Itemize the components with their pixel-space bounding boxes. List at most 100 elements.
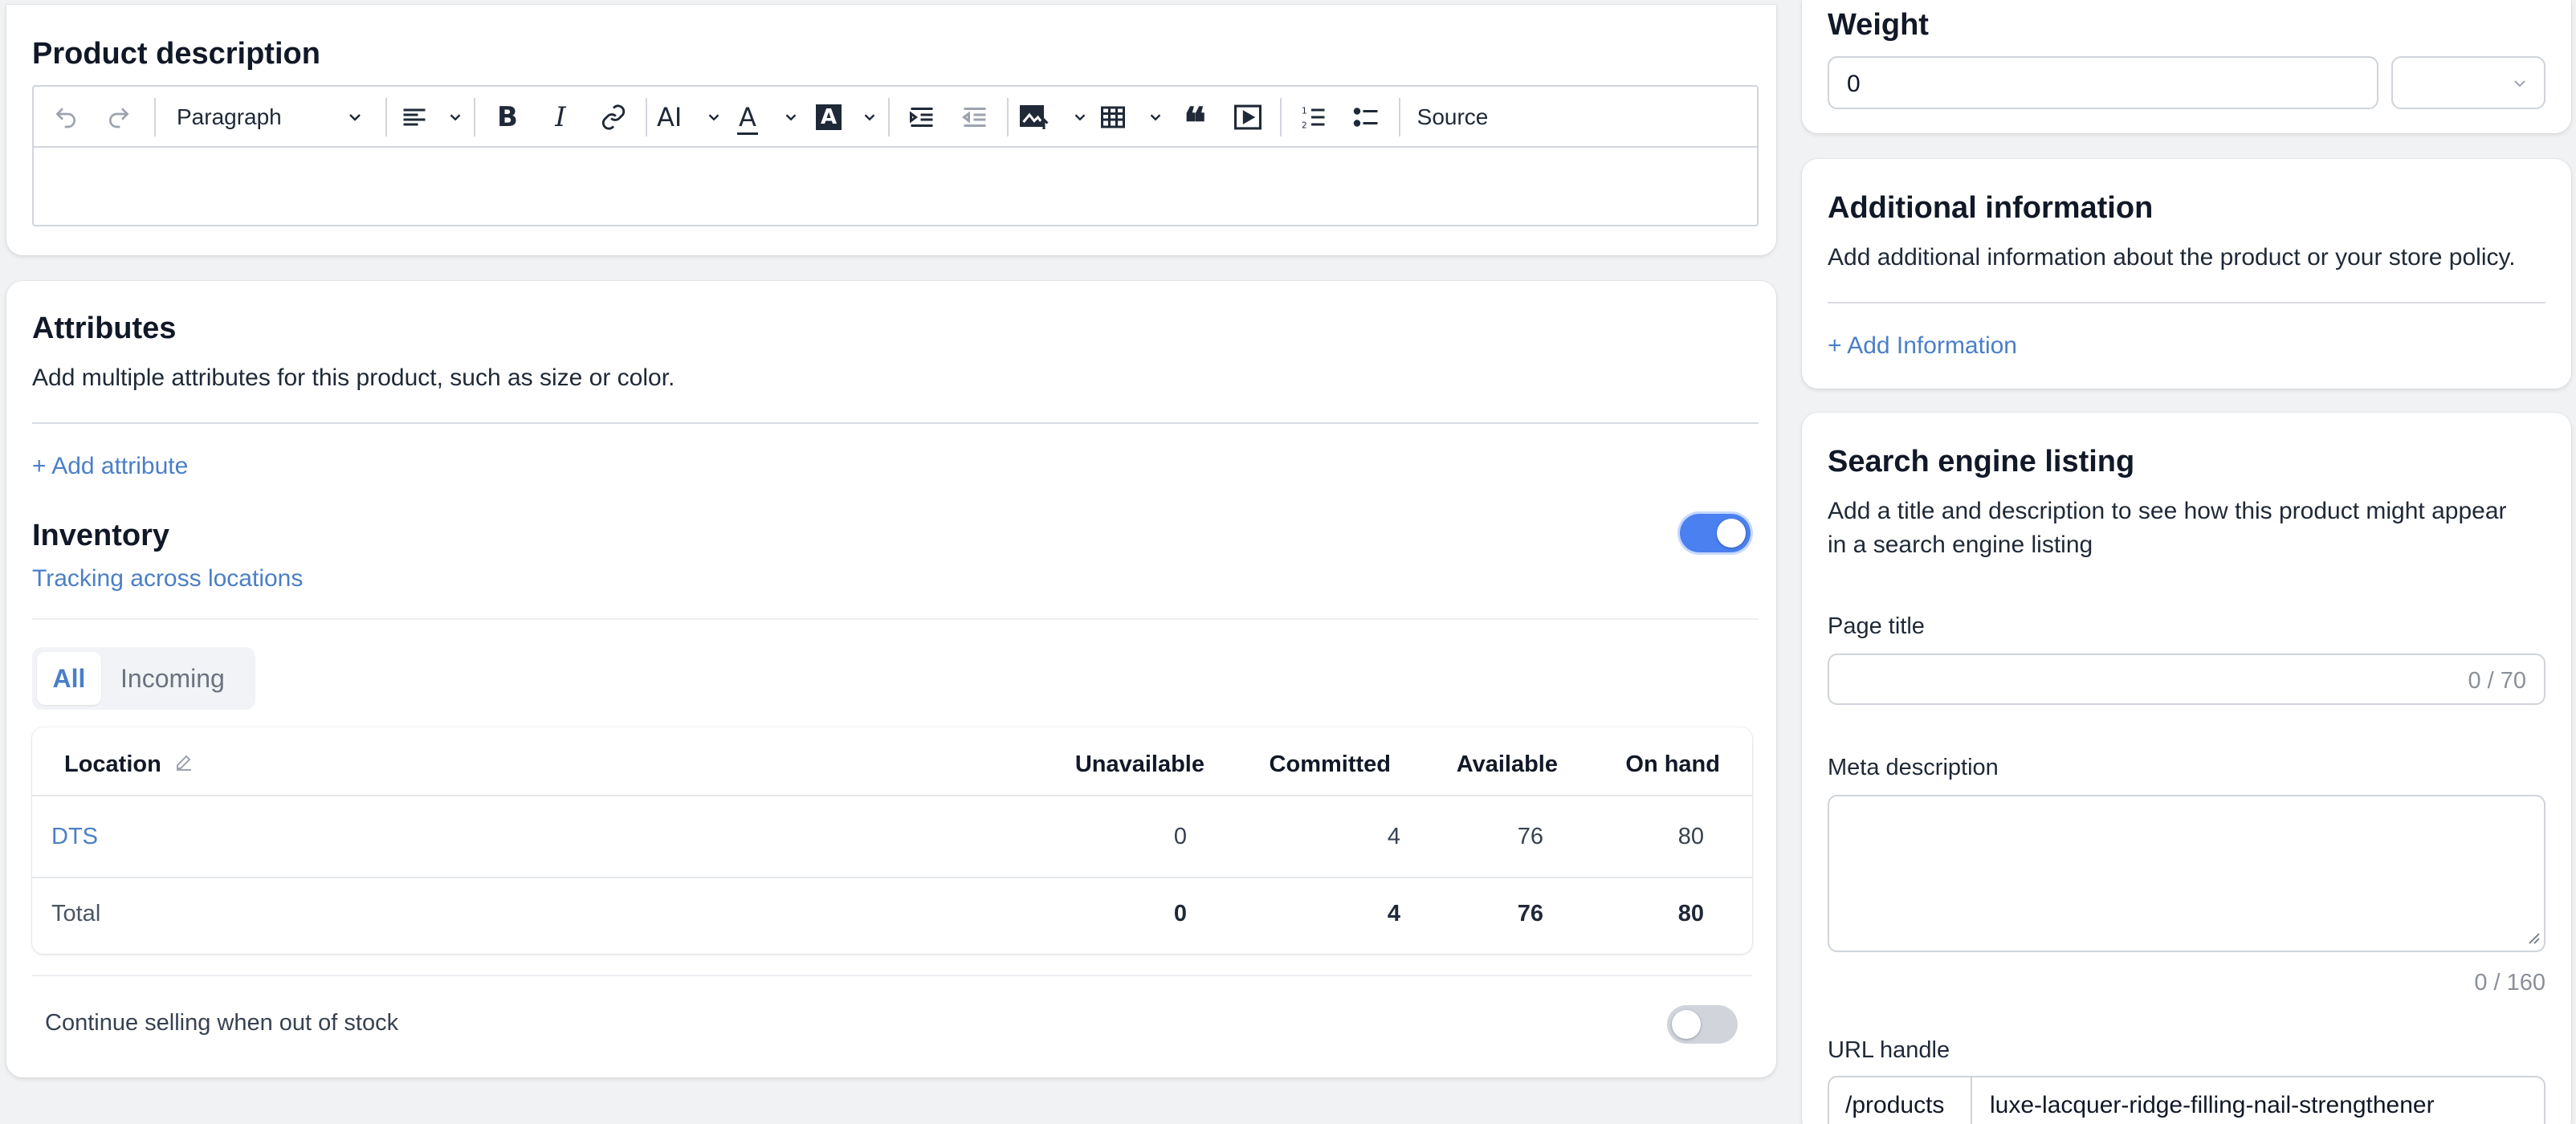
product-description-card: Product description Paragraph B I AI A A… xyxy=(6,5,1776,255)
insert-table-dropdown[interactable] xyxy=(1098,101,1164,133)
add-attribute-link[interactable]: + Add attribute xyxy=(32,453,188,480)
additional-information-description: Add additional information about the pro… xyxy=(1828,244,2516,271)
location-link-dts[interactable]: DTS xyxy=(51,824,98,850)
svg-text:2: 2 xyxy=(1302,121,1307,131)
toolbar-separator xyxy=(154,98,156,136)
meta-description-textarea[interactable] xyxy=(1828,795,2545,952)
rich-text-editor: Paragraph B I AI A A ❝ 1 2 Source xyxy=(32,85,1759,226)
total-unavailable: 0 xyxy=(1173,901,1187,926)
column-header-location[interactable]: Location xyxy=(64,751,194,778)
weight-value: 0 xyxy=(1847,71,1861,97)
font-size-icon: AI xyxy=(657,102,683,132)
toggle-knob xyxy=(1717,519,1746,548)
column-header-on-hand: On hand xyxy=(1625,751,1720,777)
column-header-available: Available xyxy=(1456,751,1558,777)
toolbar-separator xyxy=(474,98,475,136)
tab-incoming-label: Incoming xyxy=(120,663,225,693)
outdent-icon[interactable] xyxy=(952,101,997,133)
page-title-label: Page title xyxy=(1828,613,1925,639)
insert-image-dropdown[interactable] xyxy=(1018,101,1089,133)
page-title-input[interactable]: 0 / 70 xyxy=(1828,654,2545,705)
toolbar-separator xyxy=(1007,98,1009,136)
link-icon[interactable] xyxy=(591,101,636,133)
weight-input[interactable]: 0 xyxy=(1828,56,2378,109)
meta-description-label: Meta description xyxy=(1828,755,1999,780)
attributes-inventory-card: Attributes Add multiple attributes for t… xyxy=(6,281,1776,1077)
numbered-list-icon[interactable]: 12 xyxy=(1291,101,1336,133)
column-header-unavailable: Unavailable xyxy=(1074,751,1204,777)
bold-icon[interactable]: B xyxy=(485,101,530,133)
toolbar-separator xyxy=(385,98,387,136)
font-size-dropdown[interactable]: AI xyxy=(657,101,723,133)
font-color-dropdown[interactable]: A xyxy=(737,101,800,135)
bullet-list-icon[interactable] xyxy=(1344,101,1389,133)
source-label: Source xyxy=(1416,104,1489,129)
chevron-down-icon xyxy=(2510,74,2529,97)
paragraph-style-dropdown[interactable]: Paragraph xyxy=(170,101,371,133)
toolbar-separator xyxy=(1280,98,1282,136)
url-handle-label: URL handle xyxy=(1828,1037,1950,1063)
chevron-down-icon xyxy=(446,108,464,126)
continue-selling-label: Continue selling when out of stock xyxy=(45,1010,399,1036)
indent-icon[interactable] xyxy=(899,101,944,133)
svg-text:1: 1 xyxy=(1302,107,1307,116)
paragraph-style-label: Paragraph xyxy=(177,104,282,129)
redo-icon[interactable] xyxy=(103,101,135,133)
column-header-committed: Committed xyxy=(1269,751,1391,777)
toggle-knob xyxy=(1672,1010,1701,1039)
cell-unavailable: 0 xyxy=(1173,824,1187,849)
tracking-across-locations-link[interactable]: Tracking across locations xyxy=(32,565,303,593)
font-color-icon: A xyxy=(737,104,758,135)
undo-icon[interactable] xyxy=(50,101,82,133)
page-title-counter: 0 / 70 xyxy=(2468,668,2526,694)
chevron-down-icon xyxy=(861,108,878,126)
chevron-down-icon xyxy=(782,108,800,126)
row-divider xyxy=(32,795,1752,796)
chevron-down-icon xyxy=(345,108,365,127)
continue-selling-toggle[interactable] xyxy=(1667,1005,1738,1044)
inventory-table: Location Unavailable Committed Available… xyxy=(32,727,1752,954)
tab-all[interactable]: All xyxy=(37,652,101,705)
media-embed-icon[interactable] xyxy=(1225,101,1270,133)
table-icon xyxy=(1098,103,1127,132)
editor-toolbar: Paragraph B I AI A A ❝ 1 2 Source xyxy=(34,87,1757,148)
italic-icon[interactable]: I xyxy=(538,101,583,133)
divider xyxy=(32,618,1759,620)
additional-information-card: Additional information Add additional in… xyxy=(1802,159,2571,389)
toolbar-separator xyxy=(646,98,647,136)
source-button[interactable]: Source xyxy=(1410,101,1495,133)
product-description-title: Product description xyxy=(32,37,320,71)
align-left-icon xyxy=(400,103,429,132)
meta-description-counter: 0 / 160 xyxy=(2474,970,2545,996)
chevron-down-icon xyxy=(705,108,723,126)
seo-description-line-1: Add a title and description to see how t… xyxy=(1828,498,2507,524)
align-dropdown[interactable] xyxy=(400,101,464,133)
url-handle-field: /products luxe-lacquer-ridge-filling-nai… xyxy=(1828,1076,2545,1124)
total-committed: 4 xyxy=(1387,901,1400,926)
divider xyxy=(32,975,1752,976)
tab-all-label: All xyxy=(52,663,86,693)
weight-unit-select[interactable] xyxy=(2391,56,2545,109)
add-information-link[interactable]: + Add Information xyxy=(1828,332,2017,360)
additional-information-title: Additional information xyxy=(1828,191,2154,225)
cell-on-hand: 80 xyxy=(1677,824,1704,849)
cell-available: 76 xyxy=(1517,824,1543,849)
background-color-icon: A xyxy=(816,104,842,130)
total-available: 76 xyxy=(1517,901,1543,926)
background-color-dropdown[interactable]: A xyxy=(816,101,878,133)
edit-pencil-icon[interactable] xyxy=(174,751,194,778)
editor-content-area[interactable] xyxy=(34,148,1757,225)
row-divider xyxy=(32,877,1752,878)
attributes-title: Attributes xyxy=(32,312,177,345)
resize-handle-icon[interactable] xyxy=(2525,929,2541,949)
inventory-tabs: All Incoming xyxy=(32,647,255,710)
seo-title: Search engine listing xyxy=(1828,445,2135,479)
url-handle-input[interactable]: luxe-lacquer-ridge-filling-nail-strength… xyxy=(1990,1092,2435,1119)
seo-description-line-2: in a search engine listing xyxy=(1828,531,2093,558)
toolbar-separator xyxy=(888,98,890,136)
blockquote-icon[interactable]: ❝ xyxy=(1172,101,1217,145)
divider xyxy=(1828,302,2545,303)
weight-title: Weight xyxy=(1828,8,1929,42)
inventory-tracking-toggle[interactable] xyxy=(1680,514,1751,552)
tab-incoming[interactable]: Incoming xyxy=(120,652,225,705)
